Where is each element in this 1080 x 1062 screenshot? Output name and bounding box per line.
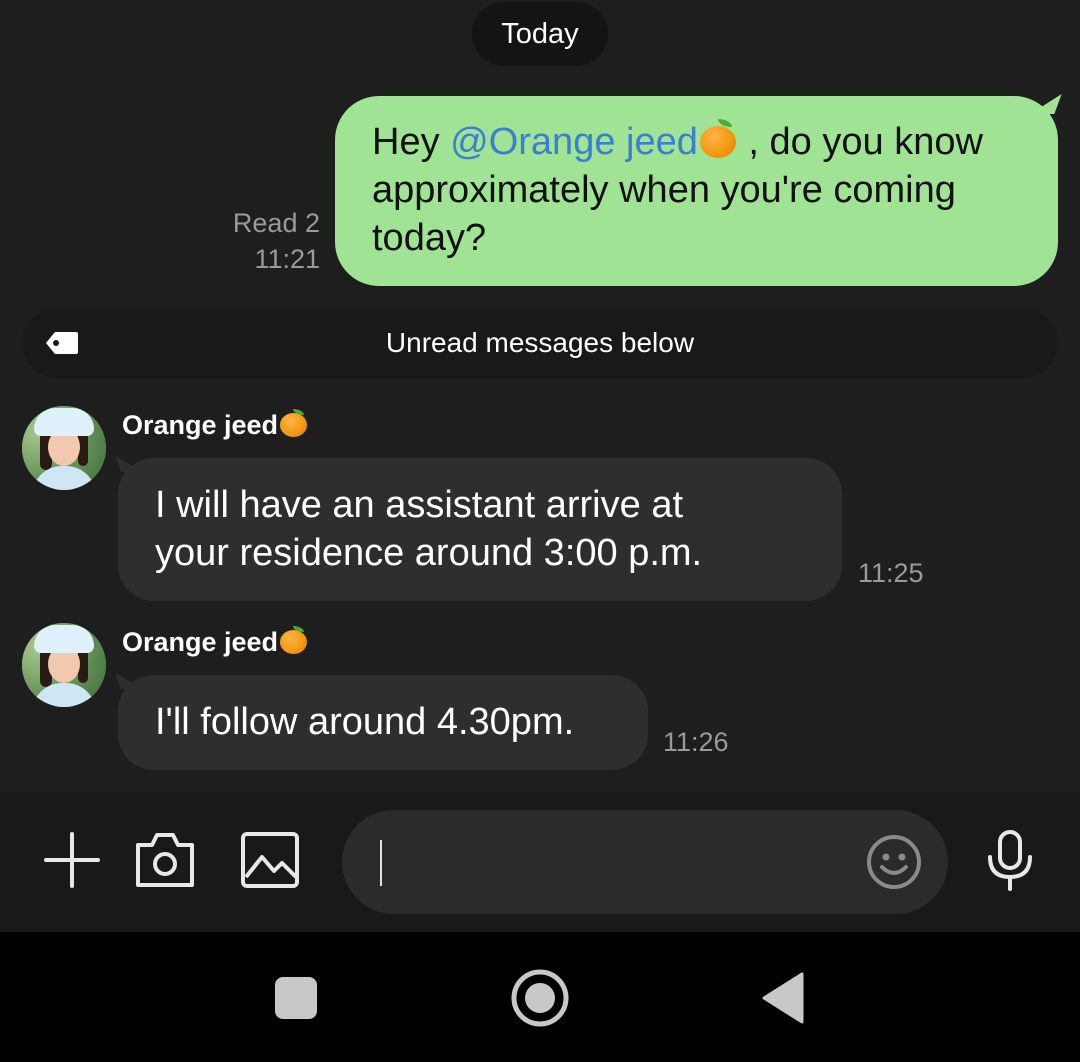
outgoing-meta: Read 2 11:21 [233,205,320,277]
plus-icon [44,832,100,888]
chat-screen: Today Read 2 11:21 Hey @Orange jeed , do… [0,0,1080,1062]
orange-emoji-icon [278,626,308,654]
orange-emoji-icon [278,409,308,437]
outgoing-timestamp: 11:21 [254,244,320,274]
avatar[interactable] [22,406,106,490]
system-navigation-bar [0,932,1080,1062]
unread-divider: Unread messages below [22,308,1058,378]
message-input[interactable] [386,836,810,888]
message-input-container[interactable] [342,810,948,914]
message-text-line: your residence around 3:00 p.m. [155,532,703,574]
orange-emoji-icon [698,119,738,158]
microphone-icon [988,830,1032,891]
text-cursor [380,840,382,886]
message-text-line: I will have an assistant arrive at [155,484,684,526]
voice-button[interactable] [978,828,1042,892]
incoming-timestamp: 11:25 [858,558,924,588]
home-circle-icon[interactable] [508,966,572,1030]
incoming-message-bubble[interactable]: I'll follow around 4.30pm. [118,675,648,770]
message-composer [0,792,1080,932]
gallery-button[interactable] [238,828,302,892]
image-icon [241,832,299,888]
incoming-message-bubble[interactable]: I will have an assistant arrive at your … [118,458,842,601]
smiley-icon[interactable] [866,834,922,890]
mention-link[interactable]: @Orange jeed [450,121,698,163]
sender-name: Orange jeed [122,626,308,658]
tag-icon [46,332,78,354]
sender-name: Orange jeed [122,409,308,441]
message-text-line: I'll follow around 4.30pm. [155,701,575,743]
back-triangle-icon[interactable] [752,966,816,1030]
camera-icon [136,833,194,887]
outgoing-message-bubble[interactable]: Hey @Orange jeed , do you know approxima… [335,96,1058,286]
date-separator: Today [472,2,608,66]
plus-button[interactable] [40,828,104,892]
incoming-timestamp: 11:26 [663,727,729,757]
camera-button[interactable] [133,828,197,892]
outgoing-text-start: Hey [372,121,451,163]
unread-label: Unread messages below [385,327,695,358]
avatar[interactable] [22,623,106,707]
read-receipt: Read 2 [232,208,320,238]
recents-square-icon[interactable] [264,966,328,1030]
